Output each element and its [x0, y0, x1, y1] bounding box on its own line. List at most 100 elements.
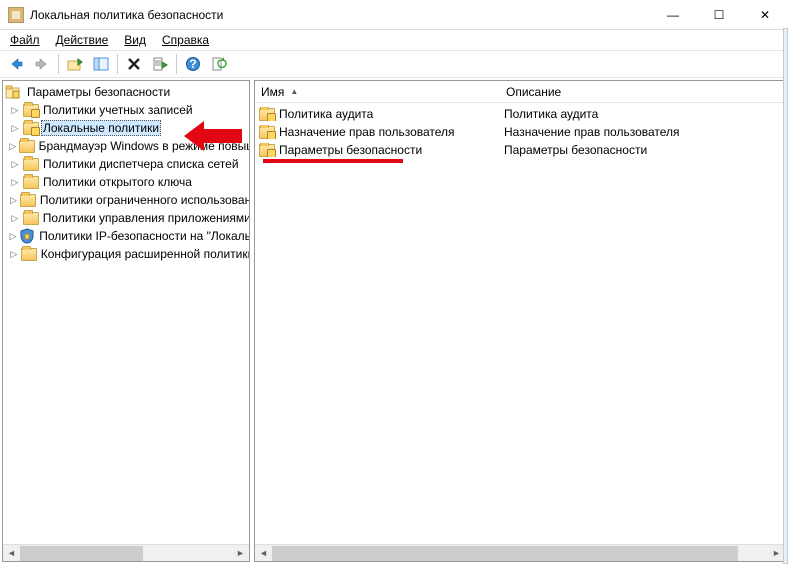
cell-description: Назначение прав пользователя: [500, 125, 785, 139]
list-header: Имя ▲ Описание: [255, 81, 785, 103]
tree-horizontal-scrollbar[interactable]: ◄ ►: [3, 544, 249, 561]
expander-icon[interactable]: ▷: [9, 158, 21, 170]
list-row[interactable]: Назначение прав пользователя Назначение п…: [255, 123, 785, 141]
tree-item-label: Политики открытого ключа: [41, 175, 194, 189]
forward-button[interactable]: [30, 52, 54, 76]
scroll-track[interactable]: [272, 545, 768, 562]
toolbar: ?: [0, 50, 788, 78]
expander-icon[interactable]: ▷: [9, 122, 21, 134]
tree-item[interactable]: ▷ Политики учетных записей: [3, 101, 249, 119]
column-header-description[interactable]: Описание: [500, 81, 785, 102]
delete-button[interactable]: [122, 52, 146, 76]
scroll-thumb[interactable]: [272, 546, 738, 561]
annotation-underline: [263, 159, 403, 163]
menu-bar: Файл Действие Вид Справка: [0, 30, 788, 50]
cell-name-text: Назначение прав пользователя: [279, 125, 455, 139]
scroll-right-button[interactable]: ►: [232, 545, 249, 562]
minimize-button[interactable]: —: [650, 0, 696, 29]
expander-icon[interactable]: ▷: [9, 176, 21, 188]
tree-item[interactable]: ▷ Брандмауэр Windows в режиме повышенной …: [3, 137, 249, 155]
arrow-right-icon: [34, 56, 50, 72]
tree-item[interactable]: ▷ Политики управления приложениями: [3, 209, 249, 227]
tree-item[interactable]: ▷ Локальные политики: [3, 119, 249, 137]
tree-item-label: Политики учетных записей: [41, 103, 195, 117]
window-title: Локальная политика безопасности: [30, 8, 650, 22]
folder-icon: [20, 194, 36, 207]
folder-lock-icon: [259, 126, 275, 139]
title-bar: Локальная политика безопасности — ☐ ✕: [0, 0, 788, 30]
toolbar-separator: [176, 54, 177, 74]
tree-item[interactable]: ▷ Политики ограниченного использования пр…: [3, 191, 249, 209]
tree-item[interactable]: ▷ Политики открытого ключа: [3, 173, 249, 191]
right-edge-decoration: [783, 28, 788, 564]
tree-item-label: Брандмауэр Windows в режиме повышенной б…: [37, 139, 249, 153]
export-button[interactable]: [148, 52, 172, 76]
tree-pane: Параметры безопасности ▷ Политики учетных…: [2, 80, 250, 562]
tree-item[interactable]: ▷ Политики диспетчера списка сетей: [3, 155, 249, 173]
tree-item[interactable]: ▷Конфигурация расширенной политики аудит…: [3, 245, 249, 263]
expander-icon[interactable]: ▷: [9, 212, 21, 224]
tree-item-label: Политики управления приложениями: [41, 211, 249, 225]
tree-root-label: Параметры безопасности: [25, 85, 172, 99]
toolbar-separator: [58, 54, 59, 74]
toolbar-separator: [117, 54, 118, 74]
content-area: Параметры безопасности ▷ Политики учетных…: [0, 78, 788, 564]
menu-view[interactable]: Вид: [118, 31, 152, 49]
expander-icon[interactable]: ▷: [9, 104, 21, 116]
list-row[interactable]: Параметры безопасности Параметры безопасн…: [255, 141, 785, 159]
tree-item-label: Политики диспетчера списка сетей: [41, 157, 241, 171]
list-horizontal-scrollbar[interactable]: ◄ ►: [255, 544, 785, 561]
refresh-button[interactable]: [207, 52, 231, 76]
cell-description: Параметры безопасности: [500, 143, 785, 157]
expander-icon[interactable]: ▷: [9, 230, 17, 242]
cell-name: Параметры безопасности: [255, 143, 500, 157]
menu-file[interactable]: Файл: [4, 31, 46, 49]
scroll-thumb[interactable]: [20, 546, 143, 561]
cell-description: Политика аудита: [500, 107, 785, 121]
cell-name: Политика аудита: [255, 107, 500, 121]
tree-item[interactable]: ▷Политики IP-безопасности на "Локальный …: [3, 227, 249, 245]
sort-indicator-icon: ▲: [290, 87, 298, 96]
expander-icon[interactable]: ▷: [9, 140, 17, 152]
scroll-track[interactable]: [20, 545, 232, 562]
folder-lock-icon: [23, 122, 39, 135]
menu-help[interactable]: Справка: [156, 31, 215, 49]
navigation-tree[interactable]: Параметры безопасности ▷ Политики учетных…: [3, 81, 249, 544]
help-button[interactable]: ?: [181, 52, 205, 76]
folder-lock-icon: [259, 108, 275, 121]
export-list-icon: [152, 56, 168, 72]
folder-lock-icon: [259, 144, 275, 157]
cell-name: Назначение прав пользователя: [255, 125, 500, 139]
panes-icon: [93, 56, 109, 72]
shield-icon: [19, 228, 35, 244]
column-header-name[interactable]: Имя ▲: [255, 81, 500, 102]
scroll-left-button[interactable]: ◄: [255, 545, 272, 562]
tree-item-label: Локальные политики: [41, 120, 161, 136]
folder-icon: [23, 212, 39, 225]
cell-name-text: Параметры безопасности: [279, 143, 422, 157]
maximize-button[interactable]: ☐: [696, 0, 742, 29]
tree-root[interactable]: Параметры безопасности: [3, 83, 249, 101]
menu-action[interactable]: Действие: [50, 31, 115, 49]
expander-icon[interactable]: ▷: [9, 194, 18, 206]
cell-description-text: Политика аудита: [504, 107, 598, 121]
refresh-icon: [211, 56, 227, 72]
up-button[interactable]: [63, 52, 87, 76]
svg-text:?: ?: [189, 57, 196, 71]
help-icon: ?: [185, 56, 201, 72]
app-icon: [8, 7, 24, 23]
tree-item-label: Политики ограниченного использования про…: [38, 193, 249, 207]
list-pane: Имя ▲ Описание Политика аудитаПолитика а…: [254, 80, 786, 562]
security-root-icon: [5, 84, 21, 100]
scroll-left-button[interactable]: ◄: [3, 545, 20, 562]
folder-icon: [23, 158, 39, 171]
folder-lock-icon: [23, 104, 39, 117]
expander-icon[interactable]: ▷: [9, 248, 19, 260]
back-button[interactable]: [4, 52, 28, 76]
arrow-left-icon: [8, 56, 24, 72]
close-button[interactable]: ✕: [742, 0, 788, 29]
show-hide-tree-button[interactable]: [89, 52, 113, 76]
x-icon: [127, 57, 141, 71]
folder-icon: [23, 176, 39, 189]
list-row[interactable]: Политика аудита Политика аудита: [255, 105, 785, 123]
